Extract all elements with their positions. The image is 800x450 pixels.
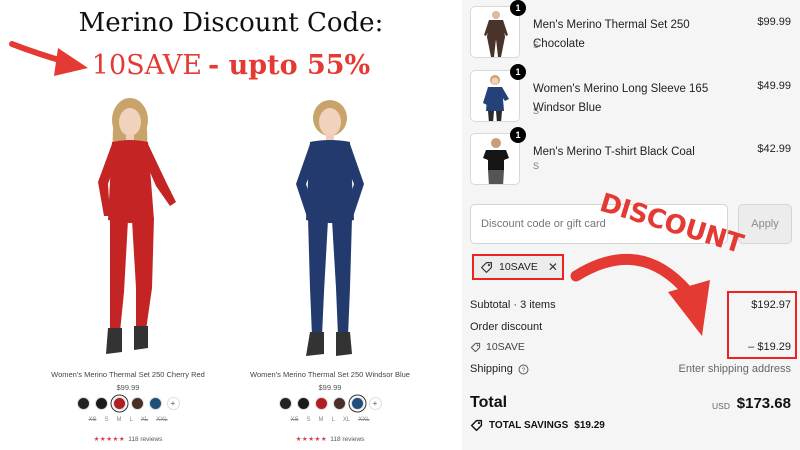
color-swatch[interactable] <box>148 397 162 410</box>
product-price: $99.99 <box>318 383 342 392</box>
size-option[interactable]: XL <box>343 417 350 423</box>
product-card[interactable]: Women's Merino Thermal Set 250 Cherry Re… <box>28 92 228 447</box>
color-swatches: + <box>230 397 430 410</box>
more-colors-button[interactable]: + <box>368 397 382 410</box>
color-swatch[interactable] <box>296 397 310 410</box>
total-label: Total <box>470 394 508 411</box>
line-item-price: $42.99 <box>757 143 791 155</box>
total-value: $173.68 <box>736 395 791 412</box>
more-colors-button[interactable]: + <box>166 397 180 410</box>
discount-code: 10SAVE <box>486 341 525 353</box>
help-icon[interactable]: ? <box>518 364 529 375</box>
size-option[interactable]: L <box>130 417 133 423</box>
size-option[interactable]: XL <box>141 417 148 423</box>
shipping-row: Shipping ? <box>470 363 529 375</box>
product-card[interactable]: Women's Merino Thermal Set 250 Windsor B… <box>230 92 430 447</box>
shipping-label: Shipping <box>470 363 513 375</box>
color-swatch[interactable] <box>94 397 108 410</box>
tag-icon <box>481 261 492 273</box>
red-arrow-graphic <box>570 253 710 336</box>
tag-icon <box>470 342 481 352</box>
quantity-badge: 1 <box>510 0 526 16</box>
rating[interactable]: ★★★★★ 118 reviews <box>28 435 228 443</box>
line-item-name: Men's Merino Thermal Set 250 Chocolate <box>533 19 690 50</box>
size-list: XS S M L XL XXL <box>230 417 430 423</box>
line-item-price: $49.99 <box>757 80 791 92</box>
line-item-name: Women's Merino Long Sleeve 165 Windsor B… <box>533 83 709 114</box>
size-option[interactable]: XXL <box>156 417 167 423</box>
product-name[interactable]: Women's Merino Thermal Set 250 Cherry Re… <box>28 370 228 379</box>
color-swatch[interactable] <box>278 397 292 410</box>
size-option[interactable]: XXL <box>358 417 369 423</box>
promo-panel: Merino Discount Code: 10SAVE - upto 55% W… <box>0 0 462 450</box>
size-option[interactable]: XS <box>290 417 298 423</box>
tag-icon <box>470 419 483 432</box>
color-swatch[interactable] <box>314 397 328 410</box>
line-item-variant: S <box>533 161 540 171</box>
rating[interactable]: ★★★★★ 118 reviews <box>230 435 430 443</box>
line-item-name: Men's Merino T-shirt Black Coal <box>533 146 695 158</box>
highlight-box <box>727 291 797 359</box>
star-rating-icon: ★★★★★ <box>93 436 126 443</box>
size-option[interactable]: S <box>104 417 108 423</box>
subtotal-label: Subtotal · 3 items <box>470 299 556 311</box>
color-swatches: + <box>28 397 228 410</box>
applied-discount-tag: 10SAVE ✕ <box>472 254 564 280</box>
size-option[interactable]: M <box>319 417 324 423</box>
color-swatch[interactable] <box>112 397 126 410</box>
color-swatch[interactable] <box>76 397 90 410</box>
cart-line-item: 1 Women's Merino Long Sleeve 165 Windsor… <box>470 64 800 124</box>
product-image[interactable] <box>58 92 198 362</box>
order-discount-label: Order discount <box>470 321 543 333</box>
promo-code: 10SAVE <box>91 50 202 81</box>
line-item-price: $99.99 <box>757 16 791 28</box>
review-count: 118 reviews <box>330 436 365 443</box>
review-count: 118 reviews <box>128 436 163 443</box>
promo-code-line: 10SAVE - upto 55% <box>0 50 462 81</box>
star-rating-icon: ★★★★★ <box>295 436 328 443</box>
applied-code-label: 10SAVE <box>499 261 538 273</box>
savings-value: $19.29 <box>574 420 605 431</box>
size-option[interactable]: S <box>306 417 310 423</box>
remove-discount-icon[interactable]: ✕ <box>548 260 558 274</box>
product-price: $99.99 <box>116 383 140 392</box>
color-swatch[interactable] <box>332 397 346 410</box>
color-swatch[interactable] <box>350 397 364 410</box>
promo-upto: - upto 55% <box>207 50 371 81</box>
line-item-variant: S <box>533 106 540 116</box>
quantity-badge: 1 <box>510 64 526 80</box>
product-image[interactable] <box>260 92 400 362</box>
apply-button[interactable]: Apply <box>738 204 792 244</box>
total-savings: TOTAL SAVINGS $19.29 <box>470 419 605 432</box>
size-list: XS S M L XL XXL <box>28 417 228 423</box>
cart-line-item: 1 Men's Merino T-shirt Black Coal S $42.… <box>470 127 800 187</box>
product-name[interactable]: Women's Merino Thermal Set 250 Windsor B… <box>230 370 430 379</box>
promo-title: Merino Discount Code: <box>78 8 384 38</box>
savings-label: TOTAL SAVINGS <box>489 420 569 431</box>
size-option[interactable]: M <box>117 417 122 423</box>
color-swatch[interactable] <box>130 397 144 410</box>
svg-text:?: ? <box>522 366 526 373</box>
size-option[interactable]: L <box>332 417 335 423</box>
line-item-variant: S <box>533 40 540 50</box>
size-option[interactable]: XS <box>88 417 96 423</box>
cart-line-item: 1 Men's Merino Thermal Set 250 Chocolate… <box>470 0 800 60</box>
currency-label: USD <box>712 401 730 411</box>
shipping-value: Enter shipping address <box>678 363 791 375</box>
quantity-badge: 1 <box>510 127 526 143</box>
discount-code-row: 10SAVE <box>470 341 525 353</box>
